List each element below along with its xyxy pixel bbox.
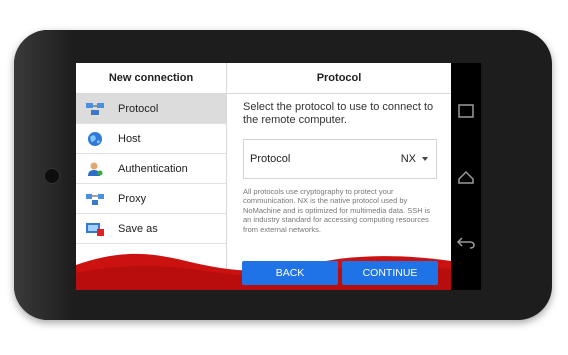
chevron-down-icon [422, 157, 428, 161]
camera-icon [44, 168, 60, 184]
back-button[interactable]: BACK [242, 261, 338, 285]
save-icon [86, 221, 104, 237]
proxy-icon [86, 191, 104, 207]
user-icon [86, 161, 104, 177]
recents-icon[interactable] [455, 102, 477, 120]
sidebar-item-label: Proxy [118, 192, 147, 205]
sidebar-item-host[interactable]: Host [76, 124, 226, 154]
globe-icon [86, 131, 104, 147]
protocol-prompt: Select the protocol to use to connect to… [243, 101, 434, 126]
sidebar-title: New connection [76, 63, 226, 94]
sidebar-item-save-as[interactable]: Save as [76, 214, 226, 244]
network-icon [86, 101, 104, 117]
sidebar-item-label: Host [118, 132, 141, 145]
app-screen: New connection Protocol Host Authenticat… [76, 63, 451, 290]
sidebar-item-protocol[interactable]: Protocol [76, 94, 226, 124]
page-title: Protocol [227, 63, 451, 94]
sidebar-item-label: Save as [118, 222, 158, 235]
sidebar-item-authentication[interactable]: Authentication [76, 154, 226, 184]
continue-button[interactable]: CONTINUE [342, 261, 438, 285]
protocol-description: All protocols use cryptography to protec… [243, 187, 431, 234]
protocol-select-value: NX [400, 153, 416, 165]
protocol-select-label: Protocol [250, 153, 291, 165]
back-icon[interactable] [455, 234, 477, 252]
sidebar-item-label: Protocol [118, 102, 159, 115]
sidebar-item-proxy[interactable]: Proxy [76, 184, 226, 214]
sidebar-item-label: Authentication [118, 162, 188, 175]
protocol-select[interactable]: Protocol NX [243, 139, 437, 179]
home-icon[interactable] [455, 168, 477, 186]
